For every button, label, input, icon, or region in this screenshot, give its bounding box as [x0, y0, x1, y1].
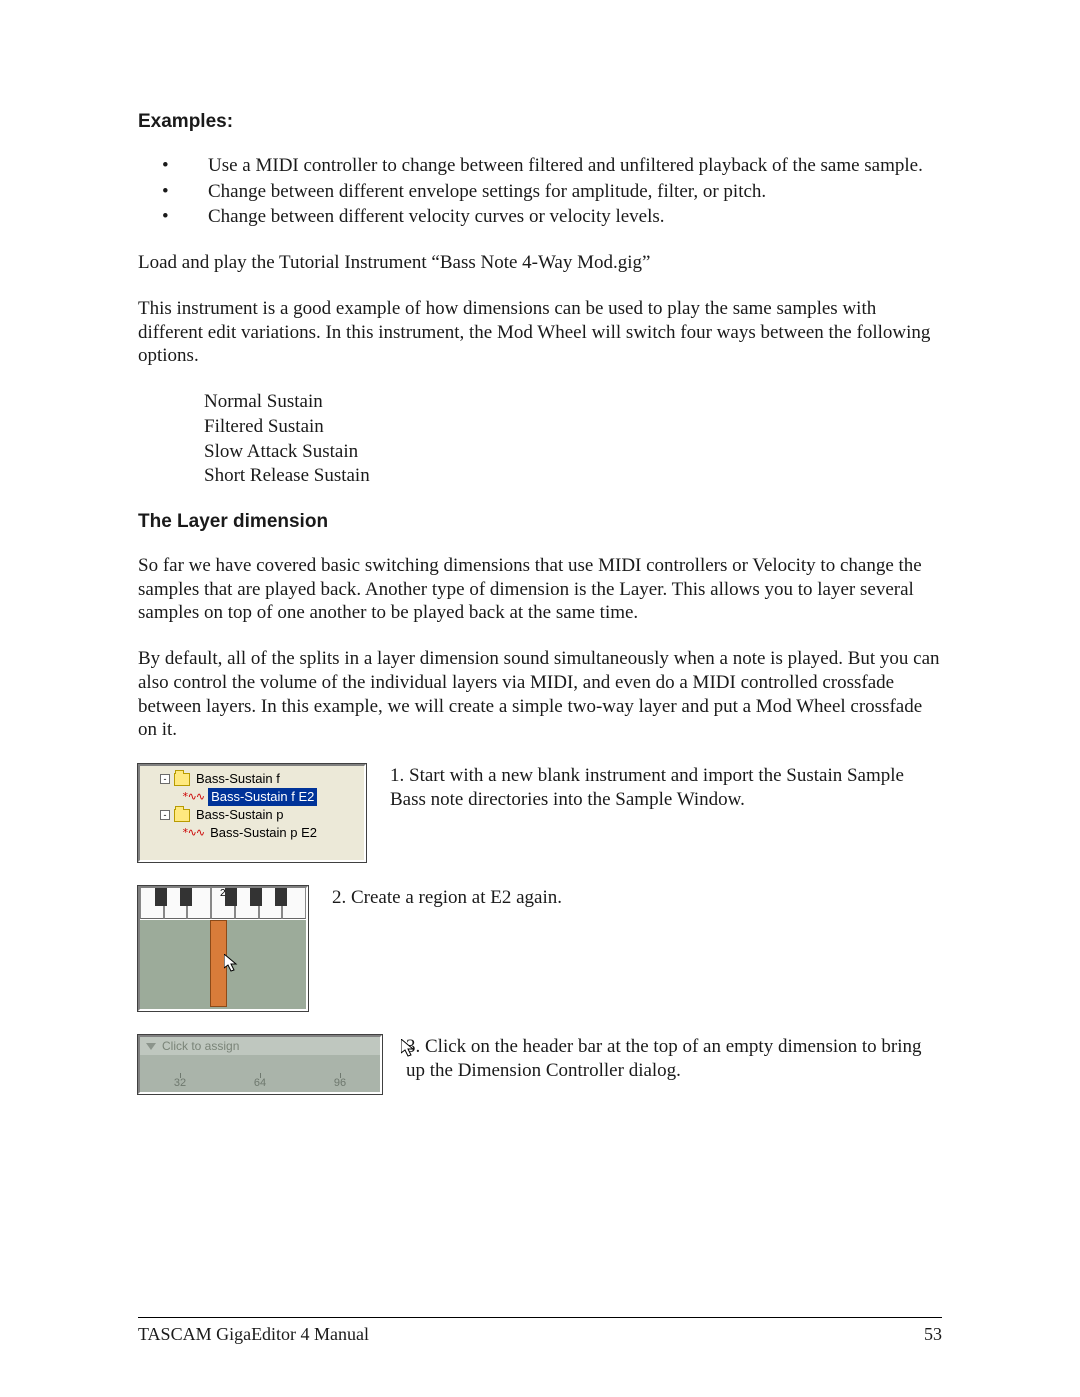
folder-icon	[174, 809, 190, 822]
tree-sample-row[interactable]: *∿∿ Bass-Sustain f E2	[146, 788, 358, 806]
tree-sample-row[interactable]: *∿∿ Bass-Sustain p E2	[146, 824, 358, 842]
black-key[interactable]	[250, 888, 262, 906]
bullet-text: Change between different velocity curves…	[208, 206, 665, 227]
paragraph-layer-1: So far we have covered basic switching d…	[138, 554, 942, 625]
figure-dimension-header: Click to assign 32 64 96	[138, 1035, 382, 1094]
tree-sample-label: Bass-Sustain p E2	[208, 824, 319, 842]
cursor-icon	[401, 1039, 417, 1059]
step-3-text: 3. Click on the header bar at the top of…	[406, 1035, 942, 1083]
note-number-label: 2	[220, 888, 226, 901]
option-item: Short Release Sustain	[204, 464, 942, 488]
paragraph-good-example: This instrument is a good example of how…	[138, 297, 942, 368]
tree-folder-label: Bass-Sustain p	[194, 806, 285, 824]
tree-folder-row[interactable]: - Bass-Sustain p	[146, 806, 358, 824]
examples-bullet-list: Use a MIDI controller to change between …	[138, 154, 942, 229]
heading-layer-dimension: The Layer dimension	[138, 510, 942, 534]
tree-folder-label: Bass-Sustain f	[194, 770, 282, 788]
triangle-down-icon	[146, 1043, 156, 1050]
option-item: Filtered Sustain	[204, 415, 942, 439]
dimension-body[interactable]	[140, 1055, 380, 1073]
tree-sample-label-selected: Bass-Sustain f E2	[208, 788, 317, 806]
black-key[interactable]	[155, 888, 167, 906]
black-key[interactable]	[180, 888, 192, 906]
heading-examples: Examples:	[138, 110, 942, 134]
ruler-tick: 32	[174, 1077, 186, 1089]
page-number: 53	[924, 1324, 942, 1345]
click-to-assign-label: Click to assign	[162, 1039, 239, 1054]
ruler-tick: 96	[334, 1077, 346, 1089]
paragraph-load-instrument: Load and play the Tutorial Instrument “B…	[138, 251, 942, 275]
list-item: Use a MIDI controller to change between …	[186, 154, 942, 178]
option-item: Slow Attack Sustain	[204, 440, 942, 464]
collapse-icon[interactable]: -	[160, 810, 170, 820]
figure-sample-tree: - Bass-Sustain f *∿∿ Bass-Sustain f E2 -…	[138, 764, 366, 862]
bullet-text: Change between different envelope settin…	[208, 181, 766, 202]
footer-title: TASCAM GigaEditor 4 Manual	[138, 1324, 369, 1345]
figure-keyboard-region: 2	[138, 886, 308, 1011]
step-1-text: 1. Start with a new blank instrument and…	[390, 764, 942, 812]
folder-icon	[174, 773, 190, 786]
list-item: Change between different envelope settin…	[186, 180, 942, 204]
waveform-icon: *∿∿	[182, 788, 204, 806]
dimension-ruler: 32 64 96	[140, 1073, 380, 1091]
black-key[interactable]	[275, 888, 287, 906]
page-footer: TASCAM GigaEditor 4 Manual 53	[138, 1317, 942, 1345]
options-list: Normal Sustain Filtered Sustain Slow Att…	[204, 390, 942, 488]
ruler-tick: 64	[254, 1077, 266, 1089]
option-item: Normal Sustain	[204, 390, 942, 414]
waveform-icon: *∿∿	[182, 824, 204, 842]
collapse-icon[interactable]: -	[160, 774, 170, 784]
cursor-icon	[224, 954, 240, 974]
bullet-text: Use a MIDI controller to change between …	[208, 155, 923, 176]
list-item: Change between different velocity curves…	[186, 205, 942, 229]
tree-folder-row[interactable]: - Bass-Sustain f	[146, 770, 358, 788]
step-2-text: 2. Create a region at E2 again.	[332, 886, 942, 910]
black-key[interactable]	[225, 888, 237, 906]
dimension-header-bar[interactable]: Click to assign	[140, 1037, 380, 1055]
paragraph-layer-2: By default, all of the splits in a layer…	[138, 647, 942, 742]
